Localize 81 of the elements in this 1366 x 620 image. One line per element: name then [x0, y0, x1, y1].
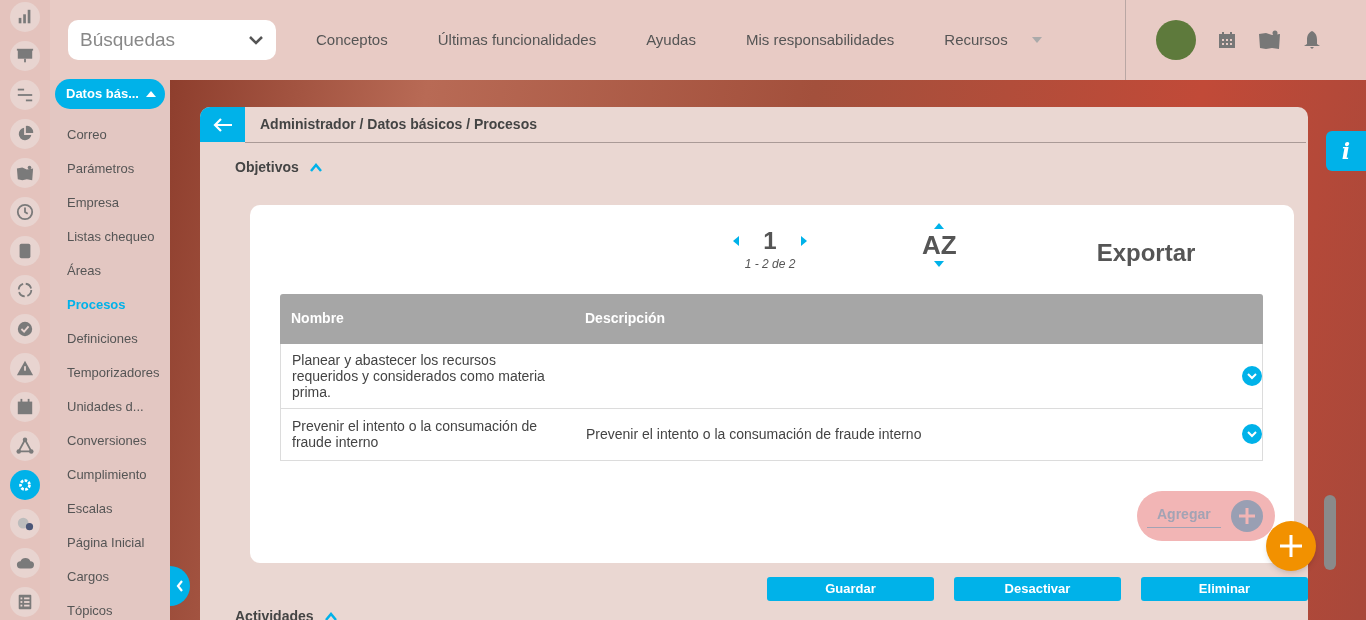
bell-icon[interactable] — [1303, 30, 1321, 50]
plus-icon — [1230, 499, 1263, 532]
chevron-icon — [308, 163, 323, 172]
table-cell: Planear y abastecer los recursos requeridos y considerados como materia prima. — [292, 351, 545, 400]
next-page-icon[interactable] — [800, 235, 807, 246]
page-number: 1 — [763, 226, 777, 255]
menu-item[interactable]: Parámetros — [67, 152, 170, 186]
scrollbar-thumb[interactable] — [1324, 495, 1336, 570]
nav-link[interactable]: Recursos — [944, 28, 1042, 52]
warning-icon — [16, 359, 34, 377]
menu-item[interactable]: Temporizadores — [67, 356, 170, 390]
column-header: Nombre — [290, 309, 345, 329]
menu-item[interactable]: Tópicos — [67, 594, 170, 620]
module-button[interactable] — [10, 392, 40, 422]
section-toggle[interactable]: Objetivos — [235, 157, 323, 178]
map-icon — [16, 164, 34, 182]
module-button[interactable] — [10, 80, 40, 110]
menu-item[interactable]: Áreas — [67, 254, 170, 288]
chevron-icon — [323, 612, 338, 620]
module-button[interactable] — [10, 197, 40, 227]
network-icon — [16, 437, 34, 455]
module-button[interactable] — [10, 41, 40, 71]
chevron-left-icon — [176, 580, 184, 592]
page-range: 1 - 2 de 2 — [744, 255, 796, 273]
sort-button[interactable]: AZ — [922, 222, 957, 267]
menu-item[interactable]: Definiciones — [67, 322, 170, 356]
pie-chart-icon — [16, 125, 34, 143]
module-button[interactable] — [10, 431, 40, 461]
caret-icon — [145, 91, 156, 97]
module-button[interactable] — [10, 119, 40, 149]
menu-item[interactable]: Cumplimiento — [67, 458, 170, 492]
back-button[interactable] — [200, 107, 245, 142]
check-circle-icon — [16, 320, 34, 338]
gears-icon — [16, 515, 34, 533]
presentation-board-icon — [16, 47, 34, 65]
calendar-icon[interactable] — [1218, 31, 1236, 49]
table-cell: Prevenir el intento o la consumación de fraude interno — [586, 426, 922, 443]
nav-link[interactable]: Ayudas — [646, 28, 696, 52]
calendar-icon — [16, 398, 34, 416]
module-button[interactable] — [10, 158, 40, 188]
settings-icon — [16, 476, 34, 494]
menu-item[interactable]: Empresa — [67, 186, 170, 220]
breadcrumb: Administrador / Datos básicos / Procesos — [260, 115, 537, 134]
menu-item[interactable]: Listas chequeo — [67, 220, 170, 254]
module-button[interactable] — [10, 548, 40, 578]
gantt-bars-icon — [16, 86, 34, 104]
sort-up-icon — [934, 222, 945, 229]
menu-item[interactable]: Cargos — [67, 560, 170, 594]
menu-item[interactable]: Página Inicial — [67, 526, 170, 560]
sort-down-icon — [934, 260, 945, 267]
search-dropdown[interactable]: Búsquedas — [68, 20, 276, 60]
module-button[interactable] — [10, 470, 40, 500]
menu-item[interactable]: Conversiones — [67, 424, 170, 458]
map-icon[interactable] — [1258, 30, 1281, 50]
export-button[interactable]: Exportar — [1096, 234, 1196, 271]
nav-link[interactable]: Últimas funcionalidades — [437, 28, 597, 52]
cycle-icon — [16, 281, 34, 299]
module-button[interactable] — [10, 509, 40, 539]
clock-icon — [16, 203, 34, 221]
nav-link[interactable]: Mis responsabilidades — [745, 28, 895, 52]
table-cell: Prevenir el intento o la consumación de fraude interno — [292, 418, 538, 451]
module-button[interactable] — [10, 314, 40, 344]
plus-icon — [1280, 535, 1302, 557]
module-button[interactable] — [10, 236, 40, 266]
module-button[interactable] — [10, 353, 40, 383]
expand-row-icon[interactable] — [1242, 365, 1262, 386]
previous-page-icon[interactable] — [733, 235, 740, 246]
back-arrow-icon — [211, 116, 234, 133]
chevron-down-icon — [248, 35, 264, 45]
user-avatar[interactable] — [1156, 20, 1196, 60]
module-button[interactable] — [10, 587, 40, 617]
module-button[interactable] — [10, 275, 40, 305]
nav-link[interactable]: Conceptos — [316, 28, 388, 52]
checklist-icon — [16, 593, 34, 611]
column-header: Descripción — [584, 309, 667, 329]
menu-item[interactable]: Escalas — [67, 492, 170, 526]
expand-row-icon[interactable] — [1242, 424, 1262, 445]
collapse-sidebar-button[interactable] — [170, 566, 190, 606]
menu-item[interactable]: Unidades d... — [67, 390, 170, 424]
module-button[interactable] — [10, 2, 40, 32]
menu-item[interactable]: Correo — [67, 118, 170, 152]
